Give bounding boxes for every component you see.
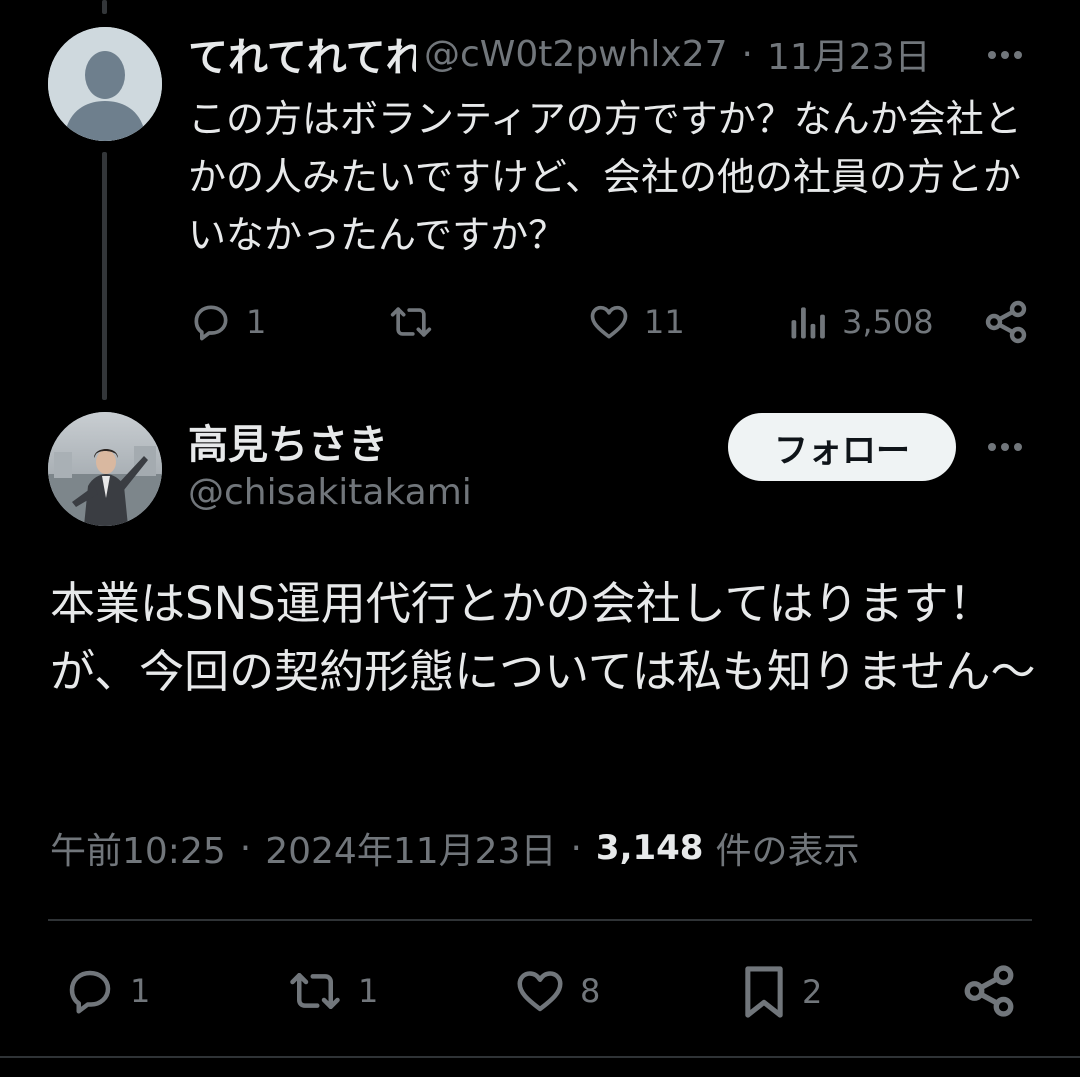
meta-separator-2: · (570, 827, 582, 869)
reply-views-button[interactable]: 3,508 (786, 300, 934, 344)
divider (48, 919, 1032, 921)
like-icon (590, 305, 628, 339)
retweet-icon (390, 307, 432, 337)
reply-reply-count: 1 (246, 303, 267, 341)
tweet-meta: 午前10:25 · 2024年11月23日 · 3,148 件の表示 (50, 822, 859, 874)
reply-header: てれてれてれ @cW0t2pwhlx27 · 11月23日 (188, 28, 1018, 81)
main-like-button[interactable]: 8 (512, 964, 600, 1018)
more-icon (988, 443, 996, 451)
reply-separator: · (741, 33, 753, 75)
like-icon (517, 971, 563, 1012)
reply-icon (194, 305, 228, 341)
main-retweet-count: 1 (358, 972, 379, 1010)
main-avatar[interactable] (48, 412, 162, 526)
reply-view-count: 3,508 (842, 303, 934, 341)
follow-button[interactable]: フォロー (728, 413, 956, 481)
main-retweet-button[interactable]: 1 (284, 964, 378, 1018)
meta-separator: · (239, 827, 252, 869)
reply-icon (69, 970, 111, 1014)
more-icon (988, 51, 996, 59)
tweet-date[interactable]: 2024年11月23日 (265, 822, 556, 874)
reply-text: この方はボランティアの方ですか？なんか会社とかの人みたいですけど、会社の他の社員… (188, 97, 1022, 257)
default-avatar-icon (48, 27, 162, 141)
tweet-time[interactable]: 午前10:25 (50, 822, 226, 874)
reply-like-count: 11 (644, 303, 685, 341)
tweet-view-label: 件の表示 (715, 831, 860, 872)
main-more-button[interactable] (988, 443, 1022, 451)
main-bookmark-button[interactable]: 2 (738, 962, 822, 1022)
main-reply-button[interactable]: 1 (62, 964, 150, 1018)
user-photo-avatar-icon (48, 412, 162, 526)
main-tweet-text: 本業はSNS運用代行とかの会社してはります！が、今回の契約形態については私も知り… (50, 577, 1036, 698)
views-icon (791, 307, 825, 339)
bookmark-icon (745, 966, 783, 1018)
thread-line-connector (102, 152, 107, 400)
retweet-icon (290, 973, 340, 1009)
share-icon (985, 300, 1027, 344)
reply-more-button[interactable] (988, 51, 1022, 59)
main-handle[interactable]: @chisakitakami (188, 472, 472, 513)
reply-reply-button[interactable]: 1 (188, 300, 266, 344)
main-like-count: 8 (580, 972, 601, 1010)
main-share-button[interactable] (960, 962, 1018, 1020)
bottom-divider (0, 1056, 1080, 1058)
main-bookmark-count: 2 (802, 973, 823, 1011)
reply-retweet-button[interactable] (386, 300, 448, 344)
reply-like-button[interactable]: 11 (586, 300, 685, 344)
share-icon (964, 965, 1014, 1017)
reply-handle[interactable]: @cW0t2pwhlx27 (424, 34, 728, 75)
tweet-view-count[interactable]: 3,148 (596, 828, 704, 868)
reply-date[interactable]: 11月23日 (767, 28, 931, 80)
main-reply-count: 1 (130, 972, 151, 1010)
reply-avatar[interactable] (48, 27, 162, 141)
reply-share-button[interactable] (982, 298, 1030, 346)
main-display-name[interactable]: 高見ちさき (188, 412, 388, 470)
thread-line-top (102, 0, 107, 14)
reply-display-name[interactable]: てれてれてれ (188, 28, 416, 80)
